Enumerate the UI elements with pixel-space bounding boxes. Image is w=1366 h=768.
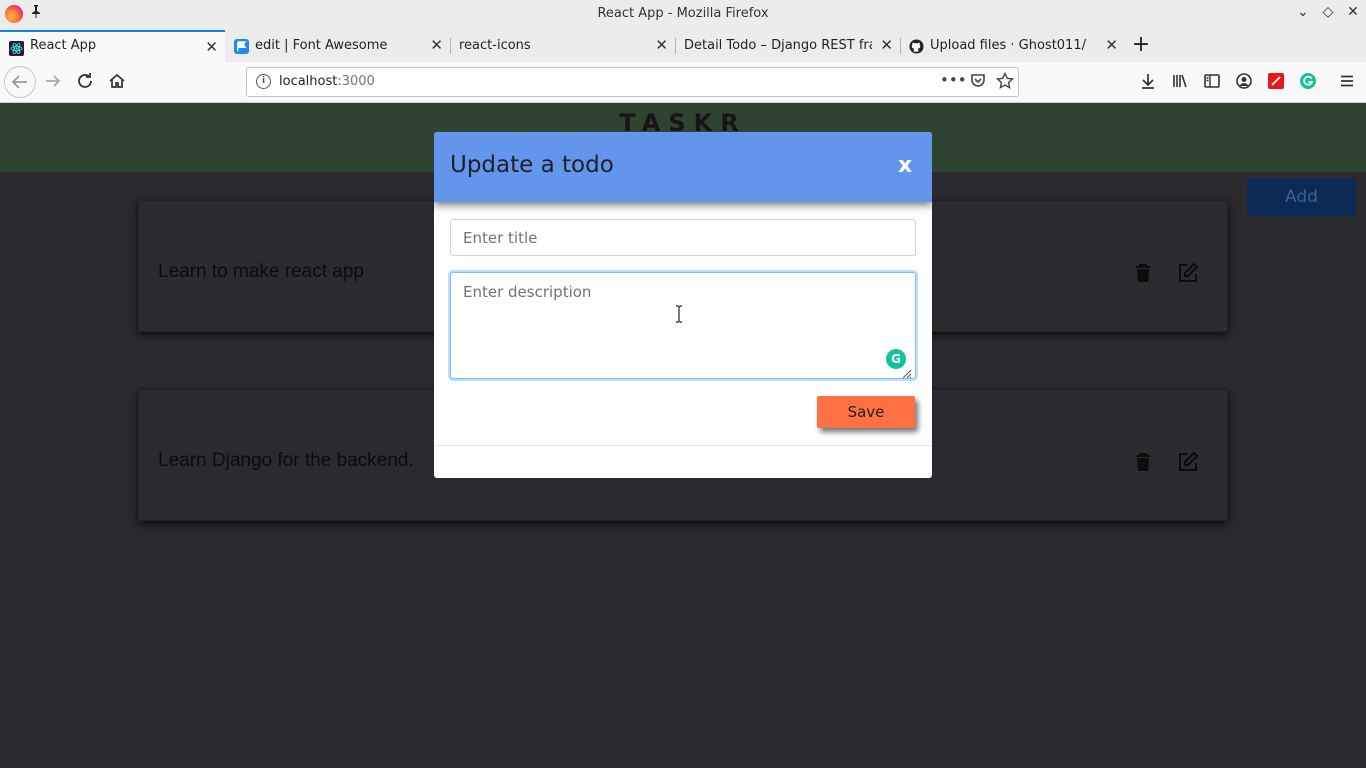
modal-close-button[interactable]: x — [898, 153, 912, 179]
close-icon[interactable]: ✕ — [430, 36, 443, 54]
trash-icon[interactable] — [1134, 263, 1152, 283]
update-todo-modal: Update a todo x G Save — [434, 132, 932, 478]
tab-font-awesome[interactable]: edit | Font Awesome ✕ — [225, 30, 450, 62]
modal-header: Update a todo x — [434, 132, 932, 202]
edit-icon[interactable] — [1177, 451, 1199, 473]
modal-footer-divider — [434, 445, 932, 446]
reload-icon[interactable] — [74, 71, 96, 93]
url-text[interactable]: localhost:3000 — [279, 74, 375, 89]
minimize-icon[interactable]: ⌄ — [1293, 4, 1313, 20]
grammarly-extension-icon[interactable] — [1297, 72, 1319, 94]
sidebar-icon[interactable] — [1201, 72, 1223, 94]
page-actions-icon[interactable]: ••• — [940, 71, 967, 89]
edit-icon[interactable] — [1177, 262, 1199, 284]
new-tab-button[interactable]: + — [1129, 34, 1153, 56]
window-titlebar: React App - Mozilla Firefox ⌄ ◇ ✕ — [0, 0, 1366, 30]
account-icon[interactable] — [1233, 72, 1255, 94]
tab-label: React App — [30, 38, 97, 53]
tab-django-detail-todo[interactable]: Detail Todo – Django REST fran ✕ — [675, 30, 900, 62]
close-icon[interactable]: ✕ — [655, 36, 668, 54]
url-bar[interactable]: i localhost:3000 ••• — [246, 67, 1019, 97]
save-button[interactable]: Save — [817, 396, 915, 428]
window-title: React App - Mozilla Firefox — [597, 6, 769, 21]
react-icon — [9, 41, 24, 56]
todo-title: Learn to make react app — [158, 261, 364, 282]
url-host: localhost — [279, 74, 338, 89]
maximize-icon[interactable]: ◇ — [1318, 4, 1338, 20]
close-icon[interactable]: ✕ — [205, 38, 218, 56]
title-input[interactable] — [450, 219, 916, 256]
extension-red-icon[interactable] — [1265, 72, 1287, 94]
bookmark-star-icon[interactable] — [995, 71, 1015, 94]
tab-strip: React App ✕ edit | Font Awesome ✕ react-… — [0, 30, 1366, 62]
menu-icon[interactable] — [1336, 72, 1358, 94]
trash-icon[interactable] — [1134, 452, 1152, 472]
pocket-icon[interactable] — [969, 72, 987, 94]
navigation-bar: i localhost:3000 ••• — [0, 62, 1366, 103]
tab-react-icons[interactable]: react-icons ✕ — [450, 30, 675, 62]
description-input[interactable] — [450, 272, 916, 379]
tab-react-app[interactable]: React App ✕ — [0, 30, 225, 62]
close-icon[interactable]: ✕ — [1105, 36, 1118, 54]
todo-title: Learn Django for the backend. — [158, 450, 414, 471]
font-awesome-flag-icon — [234, 39, 249, 54]
site-info-icon[interactable]: i — [256, 74, 271, 89]
resize-handle-icon[interactable] — [900, 364, 912, 379]
tab-label: Upload files · Ghost011/TA — [930, 38, 1086, 53]
back-button[interactable] — [4, 66, 36, 98]
github-icon — [909, 39, 924, 54]
modal-title: Update a todo — [450, 152, 614, 178]
tab-label: edit | Font Awesome — [255, 38, 388, 53]
tab-label: react-icons — [459, 38, 531, 53]
tab-upload-files[interactable]: Upload files · Ghost011/TA ✕ — [900, 30, 1125, 62]
tab-label: Detail Todo – Django REST fran — [684, 38, 872, 53]
close-window-icon[interactable]: ✕ — [1343, 4, 1363, 20]
close-icon[interactable]: ✕ — [880, 36, 893, 54]
library-icon[interactable] — [1169, 72, 1191, 94]
forward-icon[interactable] — [42, 71, 64, 93]
downloads-icon[interactable] — [1137, 72, 1159, 94]
url-port: :3000 — [337, 74, 375, 89]
add-todo-button[interactable]: Add — [1247, 178, 1356, 216]
text-cursor-icon — [675, 305, 683, 323]
home-icon[interactable] — [106, 71, 128, 93]
